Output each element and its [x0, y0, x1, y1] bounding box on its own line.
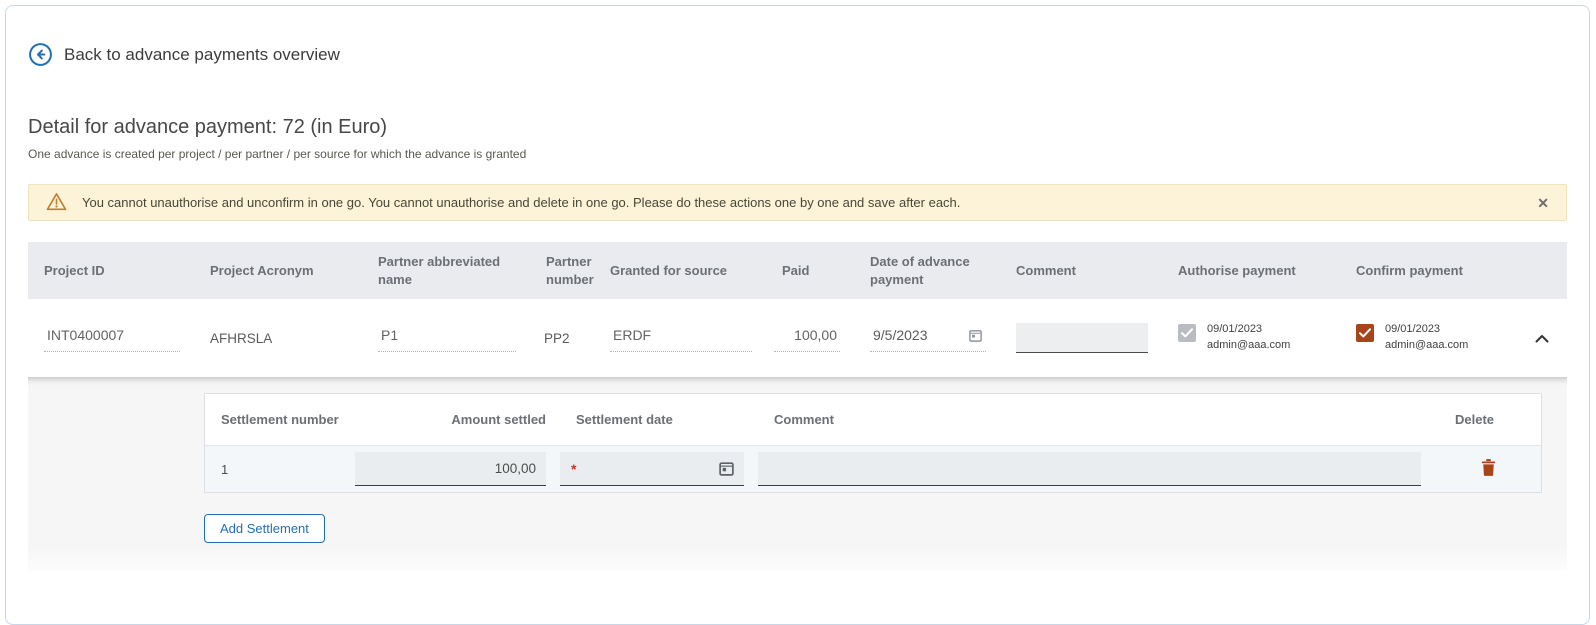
- header-comment: Comment: [1000, 253, 1162, 289]
- page-subtitle: One advance is created per project / per…: [28, 147, 1567, 161]
- settlement-date-calendar-icon[interactable]: [718, 460, 735, 477]
- header-settlement-comment: Comment: [758, 412, 1435, 427]
- warning-banner: You cannot unauthorise and unconfirm in …: [28, 184, 1567, 221]
- header-date-of-advance-payment: Date of advance payment: [854, 244, 1000, 297]
- header-project-acronym: Project Acronym: [194, 253, 362, 289]
- back-link[interactable]: Back to advance payments overview: [28, 42, 340, 67]
- header-authorise-payment: Authorise payment: [1162, 253, 1340, 289]
- date-of-advance-payment-field: 9/5/2023: [870, 324, 986, 352]
- header-partner-number: Partner number: [530, 244, 594, 297]
- settlement-row: 1 *: [205, 445, 1541, 492]
- payment-row: INT0400007 AFHRSLA P1 PP2 ERDF 100,00 9/…: [28, 299, 1567, 377]
- collapse-row-button[interactable]: [1531, 327, 1553, 350]
- header-paid: Paid: [766, 253, 854, 289]
- confirm-user: admin@aaa.com: [1385, 338, 1468, 354]
- authorise-date: 09/01/2023: [1207, 322, 1290, 338]
- header-confirm-payment: Confirm payment: [1340, 253, 1516, 289]
- confirm-checkbox-checked-icon[interactable]: [1356, 324, 1374, 342]
- required-asterisk: *: [571, 461, 576, 477]
- settlement-comment-input[interactable]: [758, 452, 1421, 486]
- header-delete: Delete: [1435, 412, 1541, 427]
- calendar-icon: [968, 328, 983, 343]
- header-settlement-date: Settlement date: [560, 412, 758, 427]
- back-arrow-icon: [28, 42, 53, 67]
- header-granted-for-source: Granted for source: [594, 253, 766, 289]
- payment-comment-input[interactable]: [1016, 323, 1148, 353]
- header-project-id: Project ID: [28, 253, 194, 289]
- header-settlement-number: Settlement number: [205, 412, 355, 427]
- partner-number-value: PP2: [544, 331, 570, 346]
- delete-settlement-button[interactable]: [1477, 455, 1500, 483]
- page-title: Detail for advance payment: 72 (in Euro): [28, 116, 1567, 139]
- settlements-table: Settlement number Amount settled Settlem…: [204, 393, 1542, 493]
- warning-message: You cannot unauthorise and unconfirm in …: [82, 195, 960, 210]
- settlement-number-value: 1: [205, 462, 355, 477]
- project-acronym-value: AFHRSLA: [210, 331, 272, 346]
- settlements-header-row: Settlement number Amount settled Settlem…: [205, 394, 1541, 445]
- settlements-panel: Settlement number Amount settled Settlem…: [28, 377, 1567, 570]
- confirm-payment-cell: 09/01/2023 admin@aaa.com: [1340, 322, 1516, 354]
- trash-icon: [1481, 459, 1496, 479]
- amount-settled-input[interactable]: [355, 452, 546, 486]
- paid-value: 100,00: [774, 324, 840, 352]
- advance-payments-table: Project ID Project Acronym Partner abbre…: [28, 242, 1567, 570]
- authorise-checkbox-checked-icon[interactable]: [1178, 324, 1196, 342]
- confirm-date: 09/01/2023: [1385, 322, 1468, 338]
- warning-triangle-icon: [46, 192, 67, 214]
- authorise-payment-cell: 09/01/2023 admin@aaa.com: [1162, 322, 1340, 354]
- authorise-user: admin@aaa.com: [1207, 338, 1290, 354]
- partner-abbreviated-name-value: P1: [378, 324, 516, 352]
- settlement-date-input[interactable]: [560, 452, 744, 486]
- add-settlement-button[interactable]: Add Settlement: [204, 514, 325, 543]
- chevron-up-icon: [1535, 331, 1549, 346]
- payments-table-header-row: Project ID Project Acronym Partner abbre…: [28, 242, 1567, 299]
- header-spacer: [1516, 262, 1567, 280]
- warning-close-button[interactable]: ✕: [1537, 196, 1549, 210]
- back-link-label: Back to advance payments overview: [64, 45, 340, 65]
- granted-for-source-value: ERDF: [610, 324, 752, 352]
- header-amount-settled: Amount settled: [355, 412, 560, 427]
- project-id-value: INT0400007: [44, 324, 180, 352]
- header-partner-abbreviated-name: Partner abbreviated name: [362, 244, 530, 297]
- advance-payment-detail-card: Back to advance payments overview Detail…: [5, 5, 1590, 625]
- date-of-advance-payment-value: 9/5/2023: [873, 327, 928, 343]
